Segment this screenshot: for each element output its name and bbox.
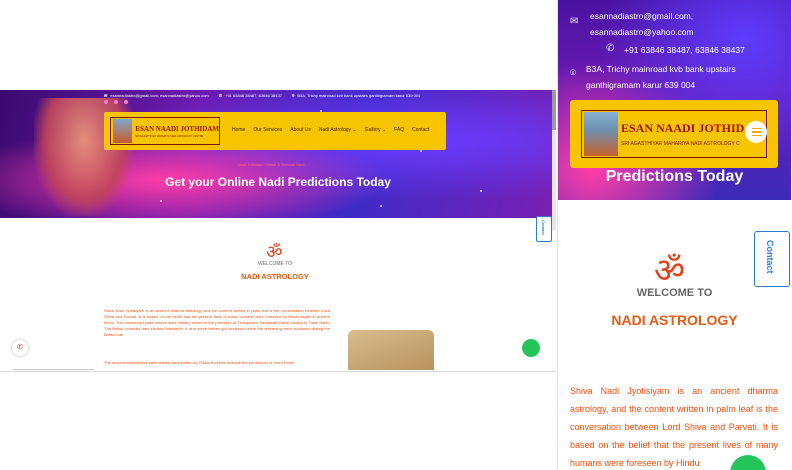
mobile-preview: ✉ esannadiastro@gmail.com, esannadiastro… [557,0,792,470]
scrollbar[interactable] [552,90,556,230]
logo-subtitle: SRI AGASTHIYAR MAHARIYA NADI ASTROLOGY C [621,141,740,147]
hero-banner: ✉ esannadiastro@gmail.com, esannadiastro@… [0,90,556,218]
logo-title: ESAN NAADI JOTHIDAM [621,121,765,135]
nav-item-nadi-astrology[interactable]: Nadi Astrology ⌄ [319,127,357,133]
hero-subtitle: Nadi Jothidam Online & Remote Nadi [238,162,305,167]
palm-leaf-image [348,330,434,370]
phone-icon: ✆ [17,344,23,351]
email-text: esannadiastro@gmail.com, esannadiastro@y… [110,93,209,98]
envelope-icon: ✉ [104,93,108,98]
nav-menu: Home Our Services About Us Nadi Astrolog… [232,127,429,133]
nav-item-contact[interactable]: Contact [412,127,429,133]
instagram-icon[interactable] [114,100,118,104]
phone-text: +91 63846 38487, 63846 38437 [225,93,282,98]
deity-logo-image [113,119,133,143]
call-button[interactable]: ✆ [12,340,28,356]
address-line-1: B3A, Trichy mainroad kvb bank upstairs [586,64,736,74]
intro-paragraph: Shiva Nadi Jyotisiyam is an ancient dhar… [104,308,330,337]
whatsapp-button[interactable] [522,339,540,357]
welcome-text: WELCOME TO [258,261,292,267]
section-title: NADI ASTROLOGY [241,272,309,281]
contact-tab-label: Contact [541,220,546,235]
phone-text[interactable]: +91 63846 38487, 63846 38437 [624,45,745,55]
envelope-icon: ✉ [570,16,579,27]
welcome-text: WELCOME TO [636,287,713,299]
bottom-tab [12,369,94,371]
site-logo[interactable]: ESAN NAADI JOTHIDAM SRI AGASTHIYAR MAHAR… [110,117,220,145]
map-pin-icon: ⌾ [570,68,576,79]
facebook-icon[interactable] [104,100,108,104]
logo-subtitle: SRI AGASTHIYAR MAHARIYA NADI ASTROLOGY C… [135,134,204,138]
om-symbol-icon: ॐ [654,252,686,290]
deity-logo-image [584,112,618,156]
site-logo[interactable]: ESAN NAADI JOTHIDAM SRI AGASTHIYAR MAHAR… [581,110,767,158]
social-icons [104,100,128,104]
top-contact-bar: ✉ esannadiastro@gmail.com, esannadiastro@… [104,93,420,98]
youtube-icon[interactable] [124,100,128,104]
desktop-preview: ✉ esannadiastro@gmail.com, esannadiastro@… [0,90,556,372]
contact-side-tab[interactable]: Contact [536,216,552,242]
phone-icon: ✆ [606,43,615,54]
nav-item-gallery[interactable]: Gallery ⌄ [365,127,386,133]
scrollbar-thumb[interactable] [552,90,556,130]
main-navbar: ESAN NAADI JOTHIDAM SRI AGASTHIYAR MAHAR… [104,112,446,150]
logo-title: ESAN NAADI JOTHIDAM [135,124,219,133]
phone-icon: ✆ [218,93,223,98]
contact-tab-label: Contact [765,240,775,274]
nav-item-home[interactable]: Home [232,127,245,133]
nav-item-about[interactable]: About Us [290,127,311,133]
contact-side-tab[interactable]: Contact [754,231,790,287]
nav-item-services[interactable]: Our Services [253,127,282,133]
email-line-1[interactable]: esannadiastro@gmail.com, [590,11,693,21]
section-title: NADI ASTROLOGY [611,312,738,328]
hamburger-icon[interactable] [745,121,767,143]
address-line-2: ganthigramam karur 639 004 [586,80,696,90]
email-line-2[interactable]: esannadiastro@yahoo.com [590,27,694,37]
hero-title: Predictions Today [605,168,744,185]
hero-title: Get your Online Nadi Predictions Today [165,175,391,189]
mobile-hero-banner: ✉ esannadiastro@gmail.com, esannadiastro… [558,0,791,200]
intro-paragraph-2: The ancient manuscripts palm leaves were… [104,360,295,365]
nav-item-faq[interactable]: FAQ [394,127,404,133]
address-text: B3A, Trichy mainroad kvb bank upstairs g… [297,93,421,98]
map-pin-icon: ⌾ [291,93,295,98]
